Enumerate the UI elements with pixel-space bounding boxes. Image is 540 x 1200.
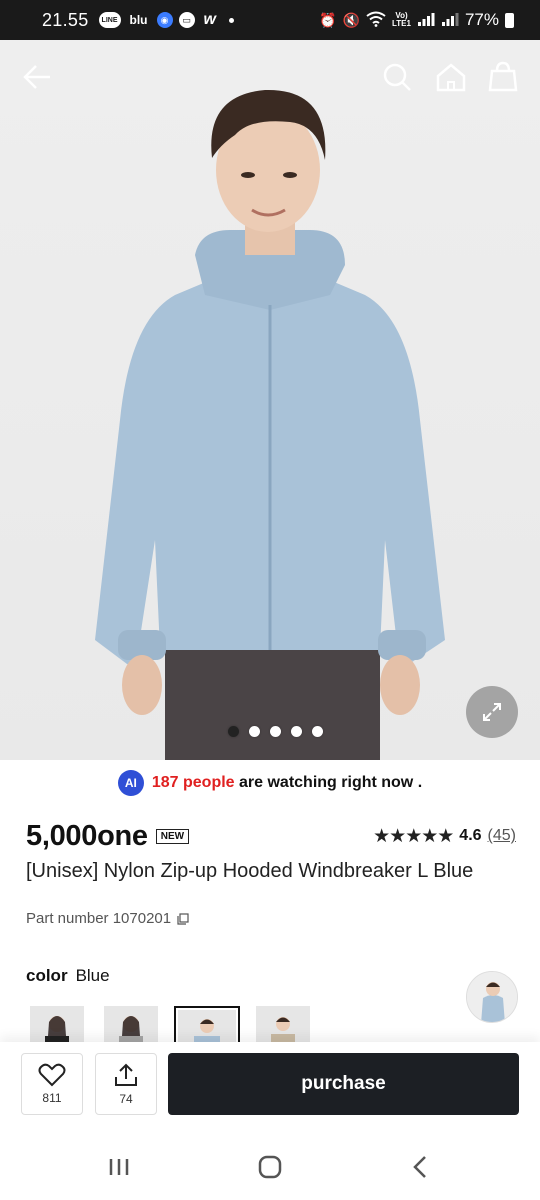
browser-app-icon: ◉ <box>156 12 173 28</box>
gallery-pagination <box>0 726 540 737</box>
back-arrow-icon[interactable] <box>20 60 54 94</box>
copy-icon[interactable] <box>177 912 189 925</box>
system-navigation-bar <box>0 1132 540 1200</box>
selected-color-preview[interactable] <box>466 971 518 1023</box>
color-option-beige[interactable] <box>256 1006 310 1046</box>
product-image-gallery[interactable] <box>0 40 540 760</box>
back-nav-icon[interactable] <box>406 1152 436 1182</box>
chat-app-icon: ▭ <box>178 12 195 28</box>
price-row: 5,000one NEW ★★★★★ 4.6 (45) <box>26 816 516 856</box>
color-label: color <box>26 966 68 985</box>
selected-color-thumbnail <box>467 972 517 1022</box>
color-options <box>30 1006 310 1050</box>
watching-text: are watching right now . <box>239 774 423 791</box>
signal-icon-2 <box>441 11 459 30</box>
pagination-dot-2[interactable] <box>248 726 260 737</box>
line-app-icon: LINE <box>98 12 121 28</box>
watching-banner: AI 187 people are watching right now . <box>0 770 540 796</box>
product-photo <box>95 89 445 760</box>
home-icon[interactable] <box>434 60 468 94</box>
rating-value: 4.6 <box>459 827 482 844</box>
part-number-row: Part number 1070201 <box>26 910 189 927</box>
pagination-dot-3[interactable] <box>269 726 281 737</box>
w-app-icon: w <box>203 11 216 28</box>
status-bar: 21.55 LINE blu ◉ ▭ w ⏰ 🔇 Vo) LTE1 77% <box>0 0 540 40</box>
pagination-dot-5[interactable] <box>311 726 323 737</box>
status-system-icons: ⏰ 🔇 Vo) LTE1 77% <box>319 10 514 30</box>
color-value: Blue <box>75 966 110 985</box>
rating-stars-icon: ★★★★★ <box>373 825 454 847</box>
pagination-dot-1[interactable] <box>227 726 239 737</box>
expand-image-button[interactable] <box>466 686 518 738</box>
shopping-bag-icon[interactable] <box>486 60 520 94</box>
battery-percent: 77% <box>464 10 499 29</box>
part-number: Part number 1070201 <box>26 910 172 927</box>
search-icon[interactable] <box>380 60 414 94</box>
share-count: 74 <box>119 1092 133 1106</box>
alarm-icon: ⏰ <box>319 11 337 28</box>
bottom-action-bar: 811 74 purchase <box>0 1042 540 1132</box>
product-rating[interactable]: ★★★★★ 4.6 (45) <box>373 825 516 848</box>
signal-icon-1 <box>417 11 435 30</box>
home-nav-icon[interactable] <box>255 1152 285 1182</box>
like-count: 811 <box>42 1091 62 1105</box>
color-option-blue[interactable] <box>174 1006 240 1050</box>
pagination-dot-4[interactable] <box>290 726 302 737</box>
recent-apps-icon[interactable] <box>104 1152 134 1182</box>
status-notification-icons: LINE blu ◉ ▭ w <box>98 11 234 28</box>
share-icon <box>115 1063 137 1086</box>
volte-icon: Vo) LTE1 <box>392 11 411 28</box>
color-selector-label: color Blue <box>26 966 110 986</box>
color-option-black[interactable] <box>30 1006 84 1046</box>
mute-icon: 🔇 <box>342 11 360 28</box>
expand-icon <box>483 703 501 721</box>
product-top-bar <box>0 40 540 116</box>
blu-app-icon: blu <box>129 13 148 27</box>
product-name: [Unisex] Nylon Zip-up Hooded Windbreaker… <box>26 860 474 882</box>
battery-icon <box>505 12 514 28</box>
review-count-link[interactable]: (45) <box>488 827 516 845</box>
new-badge: NEW <box>155 828 190 844</box>
more-notifications-dot <box>228 17 234 23</box>
product-price: 5,000one <box>26 819 148 852</box>
watching-count: 187 people <box>151 774 235 791</box>
wifi-icon <box>366 11 386 30</box>
color-option-gray[interactable] <box>104 1006 158 1046</box>
like-button[interactable]: 811 <box>21 1053 83 1115</box>
heart-icon <box>38 1063 66 1087</box>
share-button[interactable]: 74 <box>95 1053 157 1115</box>
status-time: 21.55 <box>42 9 89 30</box>
purchase-button[interactable]: purchase <box>168 1053 519 1115</box>
ai-badge: AI <box>117 770 144 796</box>
